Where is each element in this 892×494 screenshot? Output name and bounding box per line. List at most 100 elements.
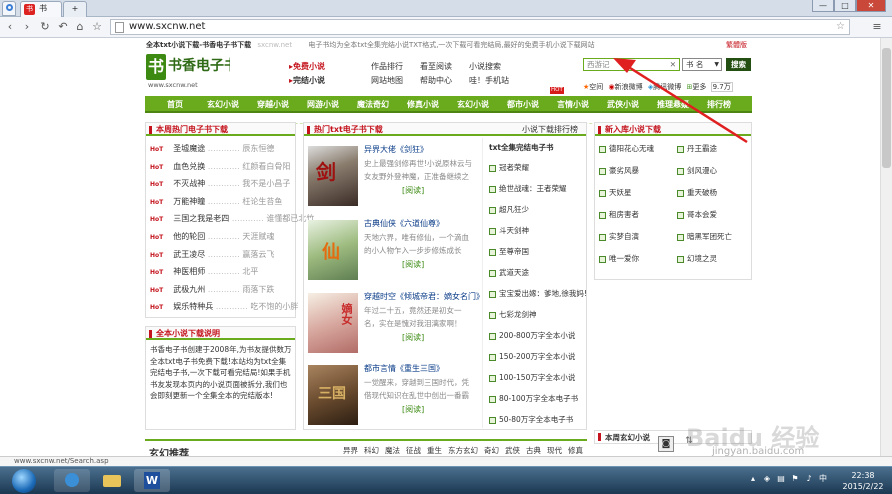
new-book-item[interactable]: 天妖星 — [599, 187, 632, 198]
traditional-link[interactable]: 繁體版 — [726, 40, 747, 50]
new-book-item[interactable]: 唯一爱你 — [599, 253, 639, 264]
new-book-item[interactable]: 幻境之灵 — [677, 253, 717, 264]
hot-book-row[interactable]: HoT 不灭战神 ………… 我不是小昌子 — [150, 178, 290, 188]
search-input[interactable]: 西游记 ✕ — [583, 58, 680, 71]
author-rank-link[interactable]: 作品排行 — [371, 61, 403, 72]
novel-search-link[interactable]: 小说搜索 — [469, 61, 501, 72]
hot-book-name[interactable]: 娱乐特种兵 — [173, 302, 213, 311]
hot-book-name[interactable]: 圣墟魔途 — [173, 144, 205, 153]
hot-book-row[interactable]: HoT 血色兑换 ………… 红颜看白骨阳 — [150, 161, 290, 171]
hot-book-name[interactable]: 他的轮回 — [173, 232, 205, 241]
phone-site-link[interactable]: 哇！手机站 — [469, 75, 509, 86]
free-novels-link[interactable]: ▸免费小说 — [289, 61, 325, 72]
new-book-item[interactable]: 实梦自演 — [599, 231, 639, 242]
hot-book-name[interactable]: 万能神瞳 — [173, 197, 205, 206]
complete-list-item[interactable]: 七彩龙剑神 — [489, 309, 537, 320]
book-title[interactable]: 穿越时空《倾城帝君：嫡女名门》 — [364, 291, 484, 302]
nav-item[interactable]: 魔法奇幻 — [357, 99, 389, 110]
hot-book-author[interactable]: 北平 — [242, 267, 258, 276]
nav-item[interactable]: 穿越小说 — [257, 99, 289, 110]
hot-book-author[interactable]: 天涯赋魂 — [242, 232, 274, 241]
hot-book-author[interactable]: 吃不饱的小胖 — [250, 302, 298, 311]
volume-icon[interactable]: ♪ — [804, 474, 814, 484]
hot-book-author[interactable]: 赢落云飞 — [242, 250, 274, 259]
hot-book-row[interactable]: HoT 他的轮回 ………… 天涯赋魂 — [150, 231, 274, 241]
ie-taskbar-icon[interactable] — [54, 469, 90, 492]
genre-tag[interactable]: 现代 — [547, 446, 562, 455]
new-book-item[interactable]: 租房害者 — [599, 209, 639, 220]
complete-list-item[interactable]: 80-100万字全本电子书 — [489, 393, 578, 404]
star-icon[interactable]: ☆ — [836, 20, 845, 34]
hot-book-author[interactable]: 枉论生苔鱼 — [242, 197, 282, 206]
search-type-select[interactable]: 书 名 ▼ — [682, 58, 722, 71]
hot-book-author[interactable]: 红颜看白骨阳 — [242, 162, 290, 171]
clock[interactable]: 22:38 2015/2/22 — [838, 470, 888, 492]
flag-icon[interactable]: ⚑ — [790, 474, 800, 484]
clear-icon[interactable]: ✕ — [670, 59, 676, 70]
genre-tag[interactable]: 古典 — [526, 446, 541, 455]
book-cover[interactable]: 剑 — [308, 146, 358, 206]
tab-active[interactable]: 书书 — [20, 1, 62, 17]
complete-novels-link[interactable]: ▸完结小说 — [289, 75, 325, 86]
network-icon[interactable]: ▤ — [776, 474, 786, 484]
complete-list-item[interactable]: 至尊帝国 — [489, 246, 529, 257]
nav-item[interactable]: 都市小说 — [507, 99, 539, 110]
hot-book-name[interactable]: 武极九州 — [173, 285, 205, 294]
book-title[interactable]: 古典仙侠《六道仙尊》 — [364, 218, 444, 229]
book-title[interactable]: 异界大佬《剑狂》 — [364, 144, 428, 155]
nav-item[interactable]: 玄幻小说 — [207, 99, 239, 110]
hot-book-author[interactable]: 我不是小昌子 — [242, 179, 290, 188]
site-map-link[interactable]: 网站地图 — [371, 75, 403, 86]
hot-book-name[interactable]: 神医相师 — [173, 267, 205, 276]
read-link[interactable]: [阅读] — [402, 259, 424, 270]
hot-book-row[interactable]: HoT 万能神瞳 ………… 枉论生苔鱼 — [150, 196, 282, 206]
minimize-button[interactable]: — — [812, 0, 834, 12]
book-cover[interactable]: 仙 — [308, 220, 358, 280]
nav-item[interactable]: 首页 — [167, 99, 183, 110]
site-logo[interactable]: 书 书香电子书 www.sxcnw.net — [146, 54, 231, 89]
nav-item[interactable]: 排行榜 — [707, 99, 731, 110]
camera-icon[interactable]: ◙ — [658, 436, 674, 452]
genre-tag[interactable]: 征战 — [406, 446, 421, 455]
nav-item[interactable]: 推理悬疑 — [657, 99, 689, 110]
complete-list-item[interactable]: 150-200万字全本小说 — [489, 351, 575, 362]
reading-tips-link[interactable]: 看至阅读 — [420, 61, 452, 72]
complete-list-item[interactable]: 200-800万字全本小说 — [489, 330, 575, 341]
hot-book-author[interactable]: 雨落下跌 — [242, 285, 274, 294]
hot-book-row[interactable]: HoT 神医相师 ………… 北平 — [150, 266, 258, 276]
shield-icon[interactable]: ◈ — [762, 474, 772, 484]
undo-icon[interactable]: ↶ — [56, 20, 70, 34]
hot-book-row[interactable]: HoT 武极九州 ………… 雨落下跌 — [150, 284, 274, 294]
hot-book-row[interactable]: HoT 三国之我是老四 ………… 谁懂都已北竹 — [150, 213, 314, 223]
hot-book-row[interactable]: HoT 圣墟魔途 ………… 辰东恒德 — [150, 143, 274, 153]
complete-list-item[interactable]: 绝世战魂：王者荣耀 — [489, 183, 567, 194]
complete-list-item[interactable]: 武道天途 — [489, 267, 529, 278]
tray-expand-icon[interactable]: ▴ — [748, 474, 758, 484]
new-book-item[interactable]: 剑风漫心 — [677, 165, 717, 176]
complete-list-item[interactable]: 100-150万字全本小说 — [489, 372, 575, 383]
book-title[interactable]: 都市言情《重生三国》 — [364, 363, 444, 374]
genre-tag[interactable]: 重生 — [427, 446, 442, 455]
genre-tag[interactable]: 科幻 — [364, 446, 379, 455]
genre-tag[interactable]: 武侠 — [505, 446, 520, 455]
new-book-item[interactable]: 暗黑军团死亡 — [677, 231, 732, 242]
forward-icon[interactable]: › — [20, 20, 34, 34]
read-link[interactable]: [阅读] — [402, 404, 424, 415]
new-book-item[interactable]: 重天破杨 — [677, 187, 717, 198]
word-taskbar-icon[interactable]: W — [134, 469, 170, 492]
nav-item[interactable]: 武侠小说 — [607, 99, 639, 110]
bookmark-star-icon[interactable]: ☆ — [90, 20, 104, 34]
hot-book-author[interactable]: 辰东恒德 — [242, 144, 274, 153]
ranking-link[interactable]: 小说下载排行榜 — [522, 123, 578, 136]
nav-item[interactable]: 修真小说 — [407, 99, 439, 110]
refresh-icon[interactable]: ↻ — [38, 20, 52, 34]
new-book-item[interactable]: 豪劣风暴 — [599, 165, 639, 176]
genre-tag[interactable]: 魔法 — [385, 446, 400, 455]
complete-list-item[interactable]: 宝宝爱出嫁：爹地,徐我妈! — [489, 288, 587, 299]
book-cover[interactable]: 嫡女 — [308, 293, 358, 353]
side-tool-icon[interactable]: ⇅ — [684, 436, 694, 452]
new-book-item[interactable]: 德阳花心无魂 — [599, 143, 654, 154]
new-book-item[interactable]: 丹王霸途 — [677, 143, 717, 154]
ime-icon[interactable]: 中 — [818, 474, 828, 484]
genre-tag[interactable]: 异界 — [343, 446, 358, 455]
